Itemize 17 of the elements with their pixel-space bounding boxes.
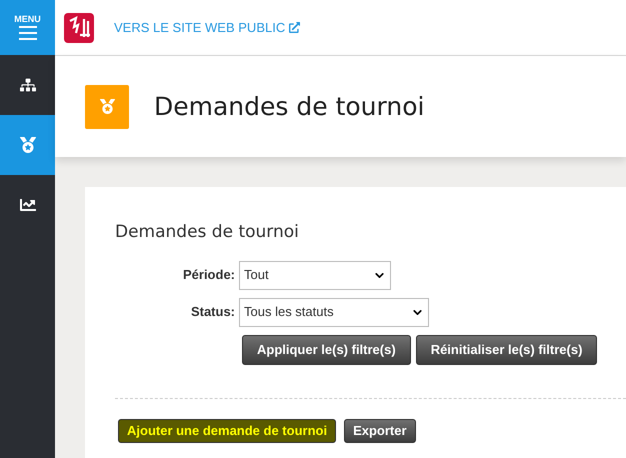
sitemap-icon: [20, 77, 36, 93]
filter-button[interactable]: Appliquer le(s) filtre(s): [242, 334, 411, 364]
action-button[interactable]: Exporter: [344, 418, 416, 442]
menu-icon: [18, 26, 36, 40]
filter-label: Période:: [182, 266, 235, 284]
page-title: Demandes de tournoi: [154, 90, 424, 123]
external-link-icon: [289, 22, 300, 33]
medal-icon: [85, 84, 129, 128]
line-chart-icon: [20, 197, 36, 213]
logo-icon: [64, 12, 94, 42]
medal-icon: [20, 137, 36, 153]
card-title: Demandes de tournoi: [115, 221, 300, 244]
filter-select[interactable]: Tout: [239, 260, 391, 290]
action-button[interactable]: Ajouter une demande de tournoi: [118, 418, 336, 442]
filter-select[interactable]: Tous les statuts: [239, 298, 429, 326]
filter-button[interactable]: Réinitialiser le(s) filtre(s): [416, 334, 598, 364]
filter-label: Status:: [190, 303, 235, 322]
